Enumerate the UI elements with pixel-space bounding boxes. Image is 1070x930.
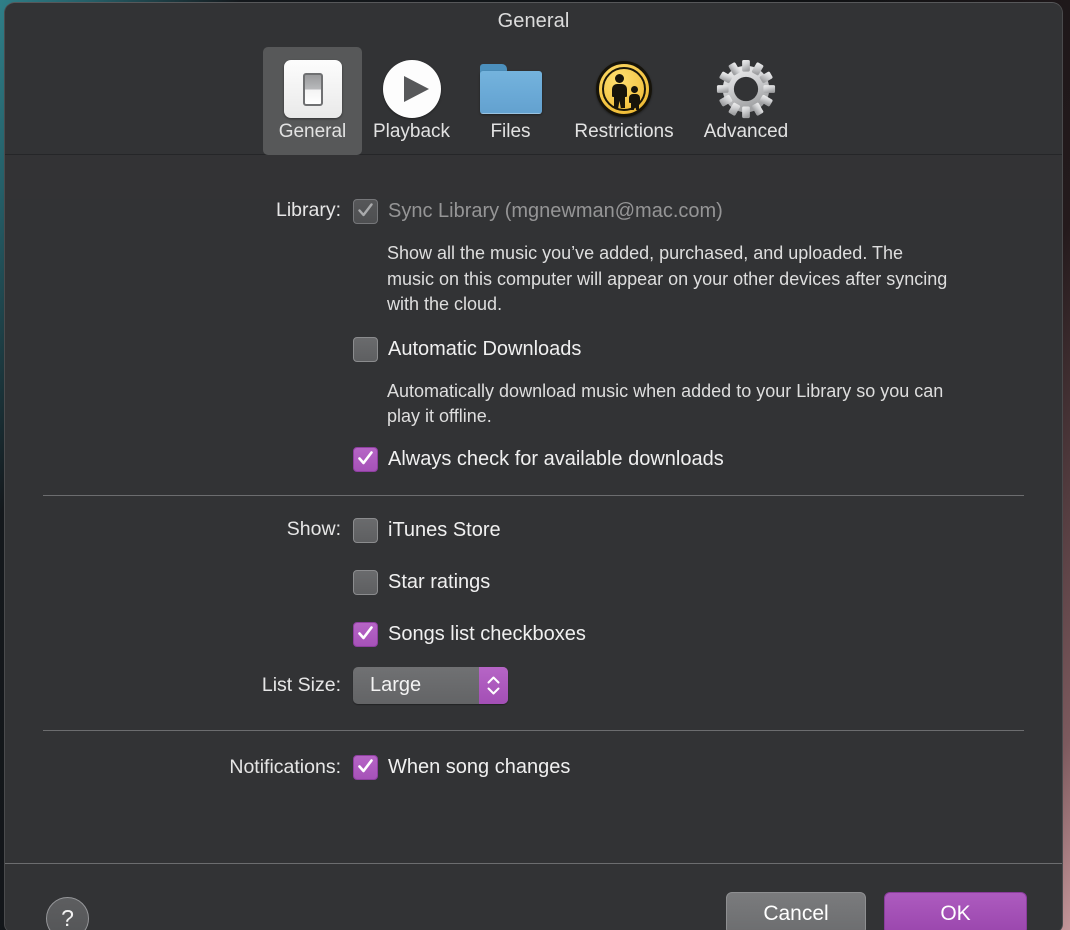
always-check-downloads-label: Always check for available downloads (388, 447, 724, 470)
separator-show-notifications (43, 729, 1024, 731)
tab-advanced-label: Advanced (703, 121, 789, 142)
tab-files-label: Files (490, 121, 531, 142)
separator-library-show (43, 494, 1024, 496)
sync-library-label: Sync Library (mgnewman@mac.com) (388, 200, 723, 222)
when-song-changes-checkbox (353, 754, 378, 780)
tab-restrictions-label: Restrictions (574, 121, 674, 142)
preferences-content: Library: Sync Library (mgnewman@mac.com)… (5, 199, 1062, 863)
itunes-store-checkbox (353, 517, 378, 543)
sync-library-checkbox (353, 199, 378, 224)
songs-list-checkboxes-label: Songs list checkboxes (388, 622, 586, 645)
tab-restrictions[interactable]: Restrictions (560, 47, 688, 155)
sync-library-row[interactable]: Sync Library (mgnewman@mac.com) (353, 199, 1062, 224)
dialog-buttons: Cancel OK (726, 892, 1027, 930)
checkmark-icon (358, 758, 373, 772)
cancel-button[interactable]: Cancel (726, 892, 866, 930)
always-check-downloads-row[interactable]: Always check for available downloads (353, 446, 1062, 472)
tab-general-label: General (278, 121, 347, 142)
itunes-store-label: iTunes Store (388, 518, 501, 541)
library-section: Library: Sync Library (mgnewman@mac.com)… (5, 199, 1062, 472)
preferences-toolbar: General General Playback Files Restricti… (5, 3, 1062, 155)
tab-playback-label: Playback (372, 121, 451, 142)
show-section: Show: iTunes Store Star ratings Songs li… (5, 517, 1062, 647)
chevron-up-icon (487, 676, 500, 683)
tab-general[interactable]: General (263, 47, 362, 155)
songs-list-checkboxes-row[interactable]: Songs list checkboxes (353, 621, 1062, 647)
help-button[interactable]: ? (46, 897, 89, 930)
automatic-downloads-checkbox (353, 336, 378, 362)
music-preferences-window: General General Playback Files Restricti… (4, 2, 1063, 930)
notifications-label: Notifications: (229, 755, 341, 778)
tab-playback[interactable]: Playback (362, 47, 461, 155)
checkmark-icon (358, 203, 373, 217)
notifications-section: Notifications: When song changes (5, 754, 1062, 780)
star-ratings-row[interactable]: Star ratings (353, 569, 1062, 595)
folder-icon (479, 56, 542, 122)
checkmark-icon (358, 450, 373, 464)
show-label: Show: (286, 517, 341, 540)
window-title: General (497, 10, 570, 32)
sync-library-description: Show all the music you’ve added, purchas… (387, 243, 948, 314)
automatic-downloads-row[interactable]: Automatic Downloads (353, 336, 1062, 362)
tab-files[interactable]: Files (461, 47, 560, 155)
light-switch-icon (283, 56, 342, 122)
automatic-downloads-label: Automatic Downloads (388, 337, 582, 360)
gear-icon (715, 56, 777, 122)
ok-button[interactable]: OK (884, 892, 1027, 930)
list-size-label: List Size: (261, 673, 341, 696)
library-label: Library: (275, 199, 341, 221)
chevron-down-icon (487, 687, 500, 694)
star-ratings-label: Star ratings (388, 570, 491, 593)
stepper-chevrons-icon[interactable] (479, 666, 508, 704)
dialog-footer: ? Cancel OK (5, 863, 1062, 930)
itunes-store-row[interactable]: iTunes Store (353, 517, 1062, 543)
tab-advanced[interactable]: Advanced (688, 47, 804, 155)
checkmark-icon (358, 625, 373, 639)
list-size-value: Large (370, 673, 422, 696)
star-ratings-checkbox (353, 569, 378, 595)
preference-tabs: General Playback Files Restrictions Adva… (5, 47, 1062, 155)
play-circle-icon (382, 56, 441, 122)
always-check-downloads-checkbox (353, 446, 378, 472)
parental-controls-icon (596, 56, 652, 122)
when-song-changes-row[interactable]: When song changes (353, 754, 1062, 780)
automatic-downloads-description: Automatically download music when added … (387, 380, 944, 427)
songs-list-checkboxes-checkbox (353, 621, 378, 647)
list-size-section: List Size: Large (5, 666, 1062, 704)
list-size-popup-button[interactable]: Large (353, 666, 508, 704)
when-song-changes-label: When song changes (388, 755, 571, 778)
